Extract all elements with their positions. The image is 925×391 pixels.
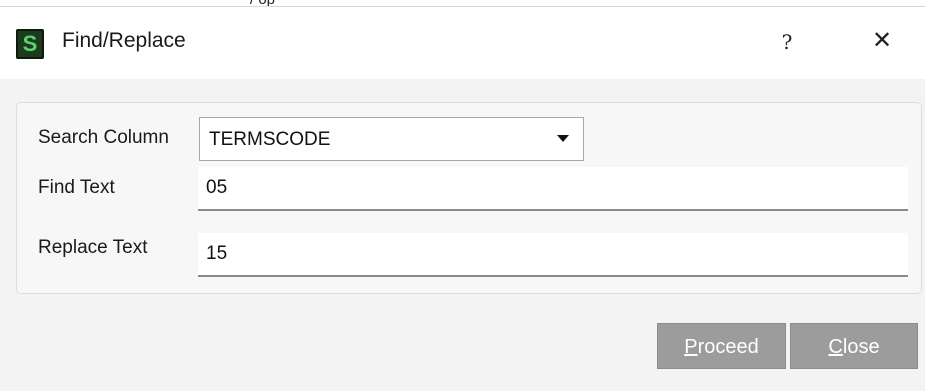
search-column-select[interactable]: TERMSCODE — [199, 117, 584, 161]
find-text-label: Find Text — [38, 177, 115, 198]
search-column-value: TERMSCODE — [209, 129, 331, 150]
search-column-label: Search Column — [38, 127, 169, 148]
replace-text-input[interactable] — [198, 233, 908, 277]
close-mnemonic: C — [828, 336, 843, 358]
window-title: Find/Replace — [62, 29, 186, 52]
find-text-input[interactable] — [198, 167, 908, 211]
proceed-button[interactable]: Proceed — [657, 323, 786, 369]
close-label: lose — [842, 336, 880, 358]
title-bar: S Find/Replace ? ✕ — [0, 6, 925, 79]
proceed-mnemonic: P — [684, 336, 698, 358]
proceed-label: roceed — [697, 336, 759, 358]
app-logo-icon: S — [16, 29, 44, 59]
find-replace-dialog: / op S Find/Replace ? ✕ Search Column TE… — [0, 0, 925, 391]
close-button[interactable]: Close — [790, 323, 918, 369]
chevron-down-icon — [557, 135, 569, 142]
close-window-icon[interactable]: ✕ — [864, 23, 900, 59]
app-logo-letter: S — [22, 31, 38, 56]
help-button[interactable]: ? — [770, 25, 804, 59]
replace-text-label: Replace Text — [38, 237, 148, 258]
